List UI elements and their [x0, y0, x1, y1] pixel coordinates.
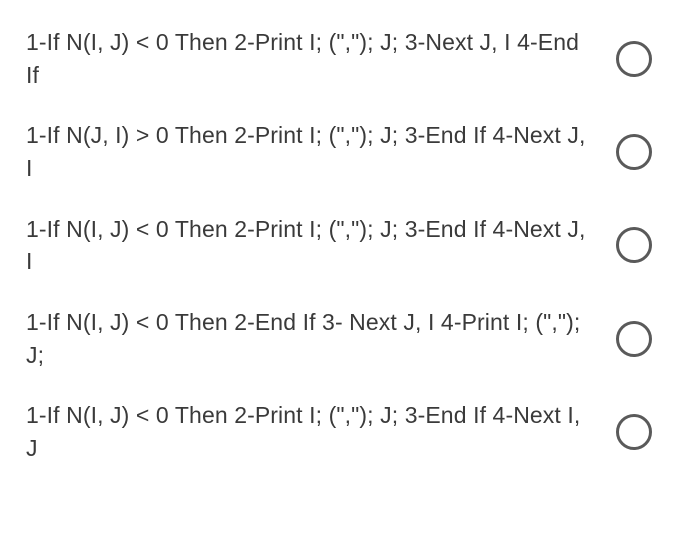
option-3[interactable]: 1-If N(I, J) < 0 Then 2-Print I; (","); … [26, 213, 652, 278]
option-1-radio[interactable] [616, 41, 652, 77]
option-5[interactable]: 1-If N(I, J) < 0 Then 2-Print I; (","); … [26, 399, 652, 464]
option-4-radio[interactable] [616, 321, 652, 357]
option-3-radio[interactable] [616, 227, 652, 263]
option-4[interactable]: 1-If N(I, J) < 0 Then 2-End If 3- Next J… [26, 306, 652, 371]
option-1[interactable]: 1-If N(I, J) < 0 Then 2-Print I; (","); … [26, 26, 652, 91]
option-2-text: 1-If N(J, I) > 0 Then 2-Print I; (","); … [26, 119, 616, 184]
option-5-text: 1-If N(I, J) < 0 Then 2-Print I; (","); … [26, 399, 616, 464]
option-4-text: 1-If N(I, J) < 0 Then 2-End If 3- Next J… [26, 306, 616, 371]
option-2-radio[interactable] [616, 134, 652, 170]
option-1-text: 1-If N(I, J) < 0 Then 2-Print I; (","); … [26, 26, 616, 91]
option-2[interactable]: 1-If N(J, I) > 0 Then 2-Print I; (","); … [26, 119, 652, 184]
option-5-radio[interactable] [616, 414, 652, 450]
option-3-text: 1-If N(I, J) < 0 Then 2-Print I; (","); … [26, 213, 616, 278]
